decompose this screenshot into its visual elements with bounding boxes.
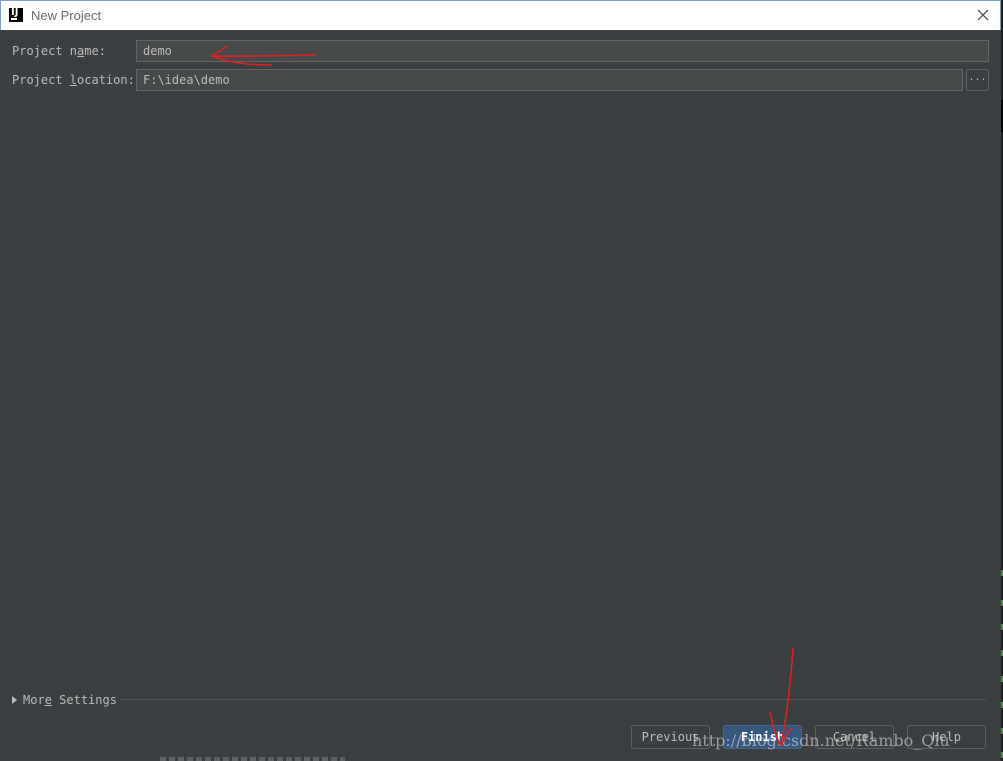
blurred-text-strip bbox=[160, 757, 345, 761]
close-icon bbox=[977, 9, 989, 21]
more-settings-label: More Settings bbox=[23, 693, 117, 707]
project-name-label: Project name: bbox=[12, 44, 106, 58]
window-title: New Project bbox=[31, 8, 102, 23]
project-location-value: F:\idea\demo bbox=[143, 73, 230, 87]
cancel-button[interactable]: Cancel bbox=[815, 725, 894, 749]
expand-triangle-icon bbox=[12, 696, 17, 704]
help-button[interactable]: Help bbox=[907, 725, 986, 749]
title-bar: IJ New Project bbox=[0, 0, 1001, 30]
project-location-input[interactable]: F:\idea\demo bbox=[136, 69, 963, 91]
intellij-idea-icon: IJ bbox=[9, 7, 23, 22]
browse-button[interactable]: ... bbox=[966, 69, 989, 91]
project-location-label: Project location: bbox=[12, 73, 135, 87]
project-name-value: demo bbox=[143, 44, 172, 58]
more-settings-toggle[interactable]: More Settings bbox=[12, 692, 117, 708]
close-button[interactable] bbox=[974, 6, 992, 24]
finish-button[interactable]: Finish bbox=[723, 725, 802, 749]
project-name-input[interactable]: demo bbox=[136, 40, 989, 62]
previous-button[interactable]: Previous bbox=[631, 725, 710, 749]
settings-separator bbox=[120, 699, 986, 700]
